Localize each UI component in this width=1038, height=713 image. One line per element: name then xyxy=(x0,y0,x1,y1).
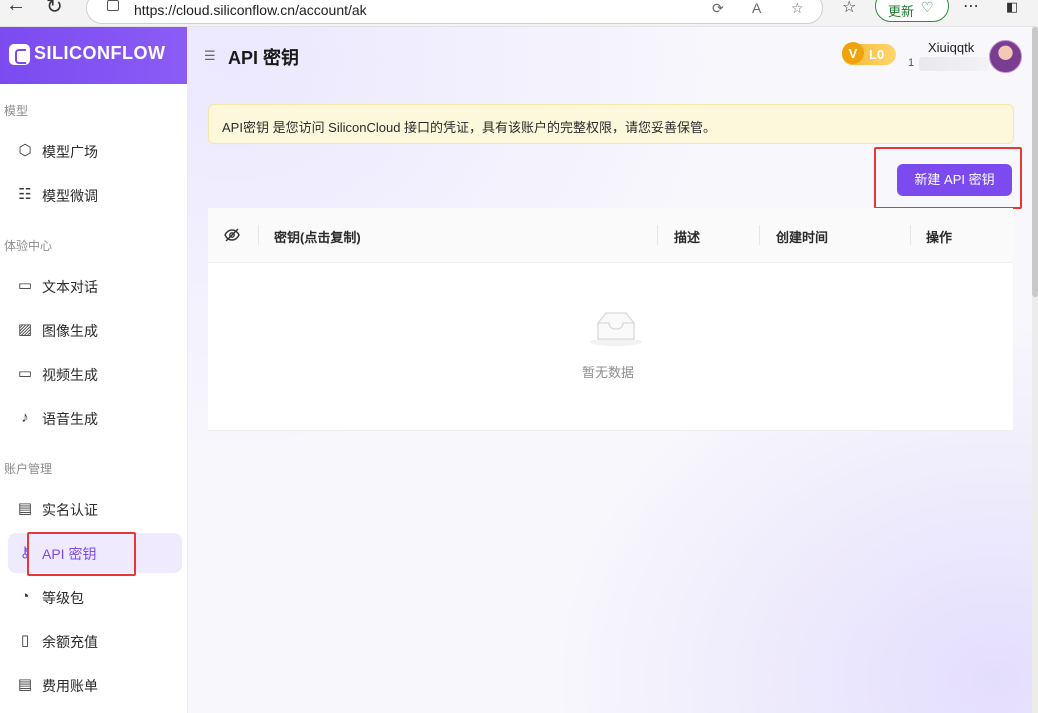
redacted-info xyxy=(919,57,989,71)
chat-icon: ▭ xyxy=(17,277,33,294)
column-divider xyxy=(910,225,911,245)
empty-inbox-icon xyxy=(590,312,642,346)
notice-text: API密钥 是您访问 SiliconCloud 接口的凭证，具有该账户的完整权限… xyxy=(222,120,717,135)
user-phone: 1 xyxy=(908,57,915,69)
notice-banner: API密钥 是您访问 SiliconCloud 接口的凭证，具有该账户的完整权限… xyxy=(208,104,1014,144)
column-header-key: 密钥(点击复制) xyxy=(274,230,361,245)
refresh-icon[interactable]: ↻ xyxy=(46,0,63,19)
mic-icon: ♪ xyxy=(21,409,29,426)
favorites-icon[interactable]: ☆ xyxy=(842,0,856,17)
column-divider xyxy=(759,225,760,245)
video-icon: ▭ xyxy=(17,365,33,382)
sidebar-item-label: 等级包 xyxy=(42,590,84,606)
page-title: API 密钥 xyxy=(228,48,300,68)
bill-icon: ▤ xyxy=(17,676,33,693)
sidebar-item-voice-gen[interactable]: ♪ 语音生成 xyxy=(8,398,182,438)
column-header-description: 描述 xyxy=(674,230,701,245)
logo-icon xyxy=(9,44,30,65)
sidebar-item-billing[interactable]: ▤ 费用账单 xyxy=(8,665,182,705)
column-divider xyxy=(657,225,658,245)
favorite-star-icon[interactable]: ☆ xyxy=(791,0,804,17)
sidebar-item-label: 实名认证 xyxy=(42,502,98,518)
highlight-box-button xyxy=(874,147,1022,209)
page-scrollbar[interactable] xyxy=(1032,27,1038,713)
logo-text: SILICONFLOW xyxy=(34,43,166,63)
cube-icon: ⬡ xyxy=(18,142,32,159)
sidebar-item-fine-tune[interactable]: ☷ 模型微调 xyxy=(8,175,182,215)
more-menu-icon[interactable]: ⋯ xyxy=(963,0,979,16)
address-bar[interactable]: https://cloud.siliconflow.cn/account/ak … xyxy=(86,0,823,24)
level-label: L0 xyxy=(869,47,885,62)
vip-icon: V xyxy=(842,42,864,64)
scrollbar-thumb[interactable] xyxy=(1032,27,1038,297)
sidebar-item-model-square[interactable]: ⬡ 模型广场 xyxy=(8,131,182,171)
back-arrow-icon[interactable]: ← xyxy=(6,0,26,17)
sidebar-item-real-name[interactable]: ▤ 实名认证 xyxy=(8,489,182,529)
sync-icon[interactable]: ⟳ xyxy=(712,0,724,17)
lock-icon xyxy=(107,0,119,11)
column-header-created: 创建时间 xyxy=(776,230,829,245)
collapse-menu-icon[interactable]: ☰ xyxy=(204,48,216,64)
url-text[interactable]: https://cloud.siliconflow.cn/account/ak xyxy=(134,2,367,18)
sidebar-item-image-gen[interactable]: ▨ 图像生成 xyxy=(8,310,182,350)
level-badge[interactable]: V L0 xyxy=(842,42,896,65)
table-header: 密钥(点击复制) 描述 创建时间 操作 xyxy=(208,208,1013,263)
sidebar-toggle-icon[interactable]: ◧ xyxy=(1006,0,1018,15)
id-card-icon: ▤ xyxy=(17,500,33,517)
user-name[interactable]: Xiuiqqtk xyxy=(928,40,974,55)
sidebar-item-level-pack[interactable]: ◔ 等级包 xyxy=(8,577,182,617)
section-label-account: 账户管理 xyxy=(4,462,53,476)
browser-toolbar: ← ↻ https://cloud.siliconflow.cn/account… xyxy=(0,0,1038,27)
update-button[interactable]: 更新 ♡ xyxy=(875,0,949,22)
gauge-icon: ◔ xyxy=(20,588,30,605)
sidebar-item-label: 模型微调 xyxy=(42,188,98,204)
sidebar-item-label: 费用账单 xyxy=(42,678,98,694)
heart-icon: ♡ xyxy=(921,0,934,15)
sidebar-item-label: 语音生成 xyxy=(42,411,98,427)
api-keys-table: 密钥(点击复制) 描述 创建时间 操作 暂无数据 xyxy=(208,208,1013,431)
sidebar-item-label: 图像生成 xyxy=(42,323,98,339)
wallet-icon: ▯ xyxy=(20,632,30,649)
avatar[interactable] xyxy=(989,40,1022,73)
sidebar-item-label: 余额充值 xyxy=(42,634,98,650)
main-content: ☰ API 密钥 V L0 Xiuiqqtk 1 API密钥 是您访问 Sili… xyxy=(188,27,1038,713)
sidebar-item-recharge[interactable]: ▯ 余额充值 xyxy=(8,621,182,661)
sidebar-item-label: 文本对话 xyxy=(42,279,98,295)
section-label-experience: 体验中心 xyxy=(4,239,53,253)
empty-state-text: 暂无数据 xyxy=(582,365,635,380)
sliders-icon: ☷ xyxy=(18,186,32,203)
column-header-actions: 操作 xyxy=(926,230,953,245)
image-icon: ▨ xyxy=(17,321,33,338)
sidebar-item-text-chat[interactable]: ▭ 文本对话 xyxy=(8,266,182,306)
sidebar-item-label: 视频生成 xyxy=(42,367,98,383)
update-label: 更新 xyxy=(888,4,915,19)
sidebar-item-video-gen[interactable]: ▭ 视频生成 xyxy=(8,354,182,394)
section-label-models: 模型 xyxy=(4,104,29,118)
eye-off-icon[interactable] xyxy=(224,227,240,243)
highlight-box-nav xyxy=(27,532,136,576)
sidebar-item-label: 模型广场 xyxy=(42,144,98,160)
logo-bar[interactable]: SILICONFLOW xyxy=(0,27,187,84)
sidebar: SILICONFLOW 模型 ⬡ 模型广场 ☷ 模型微调 体验中心 ▭ 文本对话… xyxy=(0,27,188,713)
read-aloud-icon[interactable]: A xyxy=(752,0,761,16)
column-divider xyxy=(258,225,259,245)
